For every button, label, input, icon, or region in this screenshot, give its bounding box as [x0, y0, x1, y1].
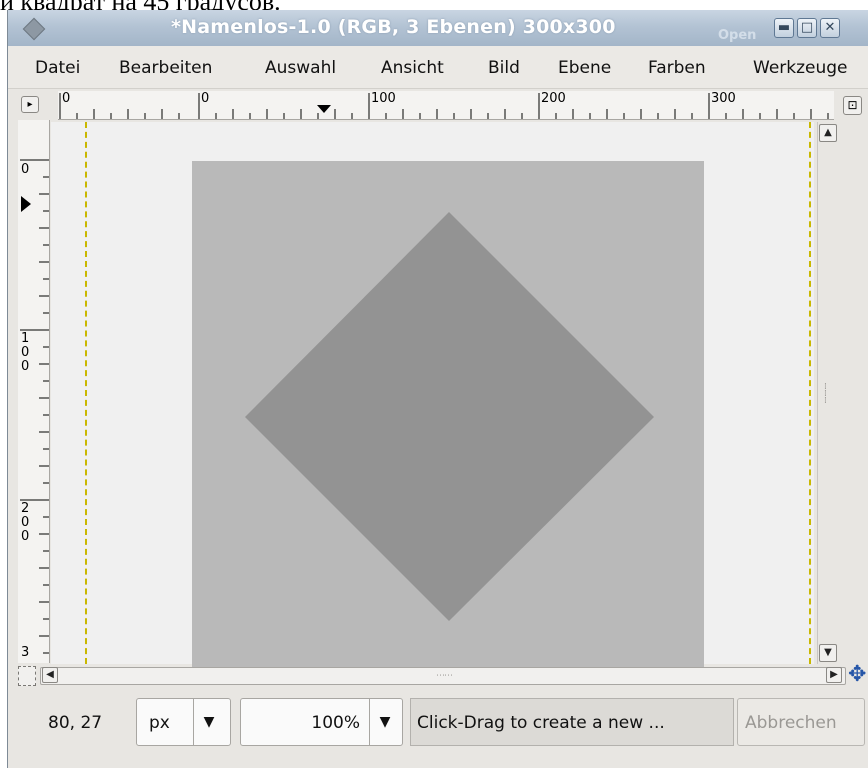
image-canvas[interactable] [192, 161, 704, 673]
guide-left [85, 122, 87, 664]
pointer-coordinates: 80, 27 [48, 713, 103, 733]
vertical-ruler-ticks [20, 159, 49, 654]
ruler-label-300: 300 [711, 91, 736, 106]
menu-datei[interactable]: Datei [35, 58, 80, 78]
ruler-label-200: 200 [541, 91, 566, 106]
menu-ebene[interactable]: Ebene [558, 58, 611, 78]
canvas-area[interactable] [51, 122, 814, 673]
horizontal-scrollbar[interactable]: ◀ ⋯⋯ ▶ [40, 667, 846, 685]
quick-mask-toggle[interactable] [18, 666, 36, 686]
scroll-left-button[interactable]: ◀ [42, 667, 58, 683]
vertical-scrollbar[interactable]: ▲ ⁞ ⁞ ⁞ ▼ [817, 122, 839, 664]
zoom-value: 100% [311, 713, 360, 733]
scroll-right-button[interactable]: ▶ [826, 667, 842, 683]
ruler-label-0a: 0 [62, 91, 71, 106]
navigate-icon[interactable]: ▸ [21, 96, 39, 113]
vruler-label-3: 3 [21, 645, 30, 660]
cancel-button[interactable]: Abbrechen [737, 698, 865, 746]
ruler-label-100: 100 [371, 91, 396, 106]
vertical-ruler[interactable]: 0 100 200 3 [18, 120, 50, 663]
gimp-image-window: *Namenlos-1.0 (RGB, 3 Ebenen) 300x300 Op… [7, 10, 868, 768]
zoom-dropdown-arrow[interactable]: ▼ [369, 699, 400, 745]
ruler-label-0b: 0 [201, 91, 210, 106]
close-button[interactable]: ✕ [820, 18, 840, 38]
vruler-label-0: 0 [21, 162, 30, 177]
guide-right [809, 122, 811, 664]
horizontal-scroll-row: ◀ ⋯⋯ ▶ ✥ [18, 664, 866, 688]
menu-werkzeuge[interactable]: Werkzeuge [753, 58, 848, 78]
horizontal-ruler[interactable]: 0 0 100 200 300 [58, 91, 834, 120]
vruler-label-100: 100 [21, 331, 30, 374]
hscroll-grip: ⋯⋯ [436, 671, 453, 681]
minimize-button[interactable]: ▬ [774, 18, 794, 38]
vruler-label-200: 200 [21, 501, 30, 544]
maximize-button[interactable]: □ [797, 18, 817, 38]
menu-bild[interactable]: Bild [488, 58, 520, 78]
menu-bar: Datei Bearbeiten Auswahl Ansicht Bild Eb… [8, 46, 868, 89]
window-title: *Namenlos-1.0 (RGB, 3 Ebenen) 300x300 [171, 16, 616, 38]
menu-bearbeiten[interactable]: Bearbeiten [119, 58, 212, 78]
app-icon[interactable] [22, 17, 46, 41]
status-message: Click-Drag to create a new ... [410, 698, 734, 746]
menu-auswahl[interactable]: Auswahl [265, 58, 336, 78]
cancel-button-label: Abbrechen [745, 713, 837, 733]
status-bar: 80, 27 px ▼ 100% ▼ Click-Drag to create … [8, 690, 868, 768]
unit-dropdown-arrow[interactable]: ▼ [193, 699, 224, 745]
unit-selector[interactable]: px ▼ [136, 698, 231, 746]
scroll-down-button[interactable]: ▼ [819, 644, 837, 662]
watermark-text: Open [718, 28, 757, 43]
menu-ansicht[interactable]: Ansicht [381, 58, 444, 78]
menu-farben[interactable]: Farben [648, 58, 706, 78]
title-bar[interactable]: *Namenlos-1.0 (RGB, 3 Ebenen) 300x300 Op… [8, 10, 868, 46]
scroll-grip: ⁞ ⁞ ⁞ [824, 382, 827, 406]
zoom-icon[interactable]: ⊡ [843, 96, 862, 115]
zoom-selector[interactable]: 100% ▼ [240, 698, 403, 746]
move-icon[interactable]: ✥ [848, 664, 866, 686]
scroll-up-button[interactable]: ▲ [819, 124, 837, 142]
status-message-text: Click-Drag to create a new ... [417, 713, 665, 733]
rotated-square [245, 212, 654, 621]
unit-value: px [149, 713, 170, 733]
